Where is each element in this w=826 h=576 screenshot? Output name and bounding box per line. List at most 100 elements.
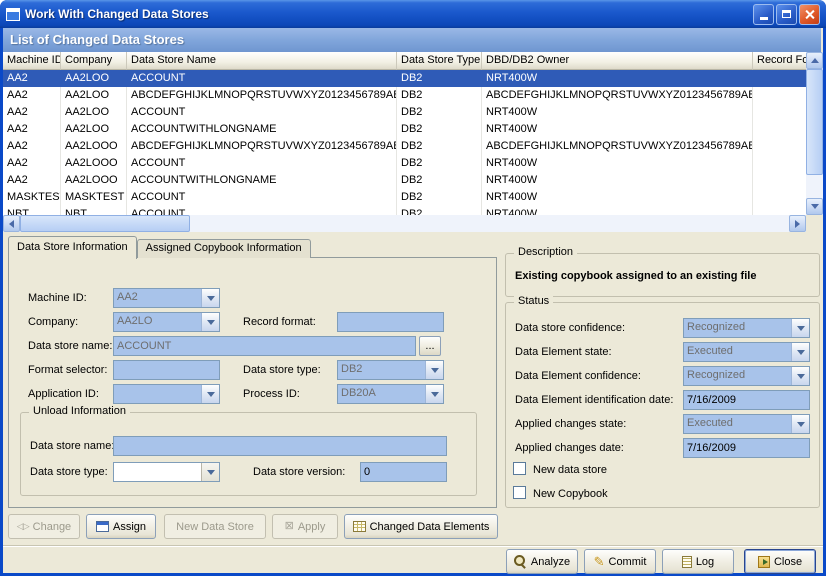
commit-button[interactable]: ✎ Commit [584,549,656,574]
machine-id-combo[interactable]: AA2 [113,288,220,308]
table-row[interactable]: AA2 AA2LOO ACCOUNT DB2 NRT400W [3,70,806,87]
unload-data-store-name-input[interactable] [113,436,447,456]
data-element-state-label: Data Element state: [515,346,612,358]
cell-data-store-name: ACCOUNT [127,155,397,172]
scroll-right-button[interactable] [789,215,806,232]
data-store-name-input[interactable] [113,336,416,356]
data-element-confidence-value: Recognized [684,367,791,385]
applied-changes-state-label: Applied changes state: [515,418,626,430]
table-row[interactable]: AA2 AA2LOOO ACCOUNTWITHLONGNAME DB2 NRT4… [3,172,806,189]
chevron-down-icon[interactable] [425,385,443,403]
table-row[interactable]: MASKTEST MASKTEST ACCOUNT DB2 NRT400W [3,189,806,206]
data-element-state-value: Executed [684,343,791,361]
cell-machine-id: AA2 [3,70,61,87]
chevron-down-icon[interactable] [425,361,443,379]
cell-data-store-type: DB2 [397,70,482,87]
cell-record-format [753,138,806,155]
chevron-down-icon[interactable] [201,313,219,331]
chevron-down-icon[interactable] [201,289,219,307]
data-store-confidence-value: Recognized [684,319,791,337]
arrow-up-icon [811,58,819,63]
data-element-identification-date-input[interactable] [683,390,810,410]
applied-changes-state-combo[interactable]: Executed [683,414,810,434]
table-row[interactable]: NBT NBT ACCOUNT DB2 NRT400W [3,206,806,215]
analyze-button[interactable]: Analyze [506,549,578,574]
column-header-data-store-type[interactable]: Data Store Type [397,52,482,70]
changed-data-elements-button[interactable]: Changed Data Elements [344,514,498,539]
table-row[interactable]: AA2 AA2LOO ABCDEFGHIJKLMNOPQRSTUVWXYZ012… [3,87,806,104]
tab-data-store-information[interactable]: Data Store Information [8,236,137,259]
unload-data-store-type-value [114,463,201,481]
column-header-data-store-name[interactable]: Data Store Name [127,52,397,70]
change-icon: ◁▷ [17,522,29,531]
cell-record-format [753,121,806,138]
format-selector-input[interactable] [113,360,220,380]
tab-assigned-copybook-information[interactable]: Assigned Copybook Information [137,239,311,258]
cell-owner: NRT400W [482,189,753,206]
change-button-label: Change [33,521,72,533]
table-row[interactable]: AA2 AA2LOOO ABCDEFGHIJKLMNOPQRSTUVWXYZ01… [3,138,806,155]
chevron-down-icon[interactable] [791,415,809,433]
chevron-down-icon[interactable] [201,385,219,403]
apply-button: ⊠ Apply [272,514,338,539]
data-store-table: AA2 AA2LOO ACCOUNT DB2 NRT400W AA2 AA2LO… [3,70,806,215]
grid-header: Machine ID Company Data Store Name Data … [3,52,806,70]
unload-data-store-type-label: Data store type: [30,466,108,478]
column-header-dbd-db2-owner[interactable]: DBD/DB2 Owner [482,52,753,70]
company-combo[interactable]: AA2LO [113,312,220,332]
unload-data-store-type-combo[interactable] [113,462,220,482]
data-store-name-label: Data store name: [28,340,112,352]
table-row[interactable]: AA2 AA2LOO ACCOUNT DB2 NRT400W [3,104,806,121]
new-copybook-checkbox[interactable] [513,486,526,499]
vertical-scroll-thumb[interactable] [806,69,823,175]
column-header-machine-id[interactable]: Machine ID [3,52,61,70]
data-element-confidence-combo[interactable]: Recognized [683,366,810,386]
scrollbar-corner [806,215,823,232]
cell-data-store-type: DB2 [397,138,482,155]
titlebar[interactable]: Work With Changed Data Stores [0,0,826,28]
log-button[interactable]: Log [662,549,734,574]
maximize-button[interactable] [776,4,797,25]
data-store-confidence-combo[interactable]: Recognized [683,318,810,338]
applied-changes-date-input[interactable] [683,438,810,458]
cell-machine-id: AA2 [3,87,61,104]
scroll-up-button[interactable] [806,52,823,69]
browse-button[interactable]: ... [419,336,441,356]
cell-data-store-name: ACCOUNTWITHLONGNAME [127,172,397,189]
table-row[interactable]: AA2 AA2LOOO ACCOUNT DB2 NRT400W [3,155,806,172]
cell-company: AA2LOO [61,121,127,138]
record-format-input[interactable] [337,312,444,332]
applied-changes-state-value: Executed [684,415,791,433]
scroll-left-button[interactable] [3,215,20,232]
new-data-store-button-label: New Data Store [176,521,254,533]
assign-button[interactable]: Assign [86,514,156,539]
minimize-button[interactable] [753,4,774,25]
application-id-combo[interactable] [113,384,220,404]
cell-company: AA2LOOO [61,172,127,189]
chevron-down-icon[interactable] [201,463,219,481]
close-action-button[interactable]: Close [744,549,816,574]
scroll-down-button[interactable] [806,198,823,215]
process-id-combo[interactable]: DB20A [337,384,444,404]
data-store-type-combo[interactable]: DB2 [337,360,444,380]
cell-machine-id: AA2 [3,121,61,138]
new-data-store-checkbox[interactable] [513,462,526,475]
cell-owner: NRT400W [482,104,753,121]
chevron-down-icon[interactable] [791,319,809,337]
commit-icon: ✎ [594,555,605,568]
process-id-label: Process ID: [243,388,300,400]
cell-machine-id: AA2 [3,172,61,189]
data-element-identification-date-label: Data Element identification date: [515,394,673,406]
table-row[interactable]: AA2 AA2LOO ACCOUNTWITHLONGNAME DB2 NRT40… [3,121,806,138]
chevron-down-icon[interactable] [791,367,809,385]
unload-data-store-version-input[interactable] [360,462,447,482]
chevron-down-icon[interactable] [791,343,809,361]
applied-changes-date-label: Applied changes date: [515,442,624,454]
cell-data-store-type: DB2 [397,87,482,104]
cell-record-format [753,104,806,121]
close-button[interactable] [799,4,820,25]
horizontal-scroll-thumb[interactable] [20,215,190,232]
data-element-state-combo[interactable]: Executed [683,342,810,362]
column-header-record-format[interactable]: Record Fo [753,52,806,70]
column-header-company[interactable]: Company [61,52,127,70]
